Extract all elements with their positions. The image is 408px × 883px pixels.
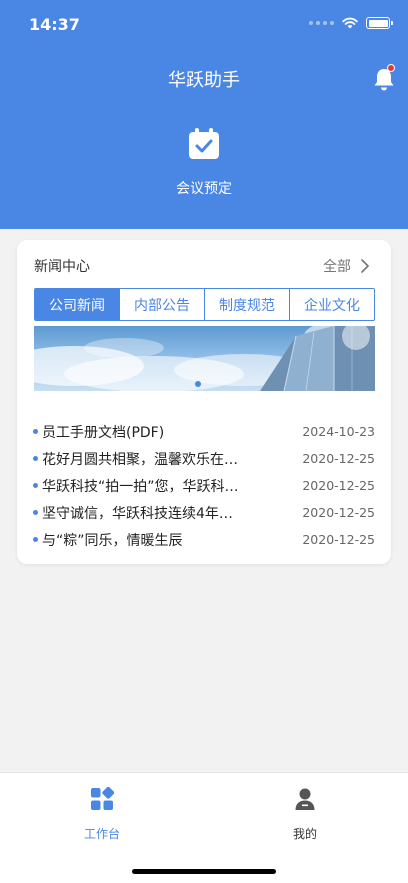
battery-icon [366,17,393,29]
status-icons [309,17,393,29]
banner-indicator [195,381,201,387]
news-item-date: 2020-12-25 [302,505,375,520]
news-item-date: 2020-12-25 [302,532,375,547]
news-item[interactable]: 花好月圆共相聚，温馨欢乐在… 2020-12-25 [33,445,375,472]
news-item[interactable]: 与“粽”同乐，情暖生辰 2020-12-25 [33,526,375,553]
news-item-title: 员工手册文档(PDF) [42,424,165,441]
wifi-icon [342,17,358,29]
header: 14:37 华跃助手 会议预定 [0,0,408,229]
view-all-link[interactable]: 全部 [323,256,371,276]
news-item[interactable]: 坚守诚信，华跃科技连续4年… 2020-12-25 [33,499,375,526]
app-title: 华跃助手 [168,70,240,91]
news-list: 员工手册文档(PDF) 2024-10-23 花好月圆共相聚，温馨欢乐在… 20… [33,418,375,553]
view-all-label: 全部 [323,259,351,275]
tab-mine-label: 我的 [292,827,317,841]
dashboard-icon [91,786,115,810]
meeting-label: 会议预定 [176,181,232,197]
news-item-title: 与“粽”同乐，情暖生辰 [42,532,183,549]
home-indicator [132,869,276,874]
bottom-tab-bar: 工作台 我的 [0,772,408,883]
news-tabs: 公司新闻 内部公告 制度规范 企业文化 [34,288,375,321]
status-time: 14:37 [29,15,80,34]
tab-internal-notice[interactable]: 内部公告 [119,289,204,320]
news-item-date: 2020-12-25 [302,478,375,493]
news-item-date: 2020-12-25 [302,451,375,466]
news-center-card: 新闻中心 全部 公司新闻 内部公告 制度规范 企业文化 员工手册文档(PDF) … [17,240,391,564]
news-banner[interactable] [34,326,375,391]
tab-mine[interactable]: 我的 [265,787,345,842]
news-item[interactable]: 华跃科技“拍一拍”您，华跃科… 2020-12-25 [33,472,375,499]
news-item-title: 花好月圆共相聚，温馨欢乐在… [42,451,238,468]
tab-policies[interactable]: 制度规范 [204,289,289,320]
news-center-title: 新闻中心 [34,259,90,275]
tab-workbench[interactable]: 工作台 [62,786,142,842]
news-item-title: 坚守诚信，华跃科技连续4年… [42,505,233,522]
banner-image [34,326,375,391]
news-item[interactable]: 员工手册文档(PDF) 2024-10-23 [33,418,375,445]
meeting-booking-button[interactable]: 会议预定 [154,126,254,198]
tab-workbench-label: 工作台 [83,827,120,841]
tab-company-news[interactable]: 公司新闻 [35,289,119,320]
news-item-title: 华跃科技“拍一拍”您，华跃科… [42,478,239,495]
news-item-date: 2024-10-23 [302,424,375,439]
notification-badge [387,64,395,72]
user-icon [295,788,315,810]
tab-corporate-culture[interactable]: 企业文化 [289,289,374,320]
signal-icon [309,21,334,25]
chevron-right-icon [361,259,369,273]
calendar-check-icon [189,128,219,159]
